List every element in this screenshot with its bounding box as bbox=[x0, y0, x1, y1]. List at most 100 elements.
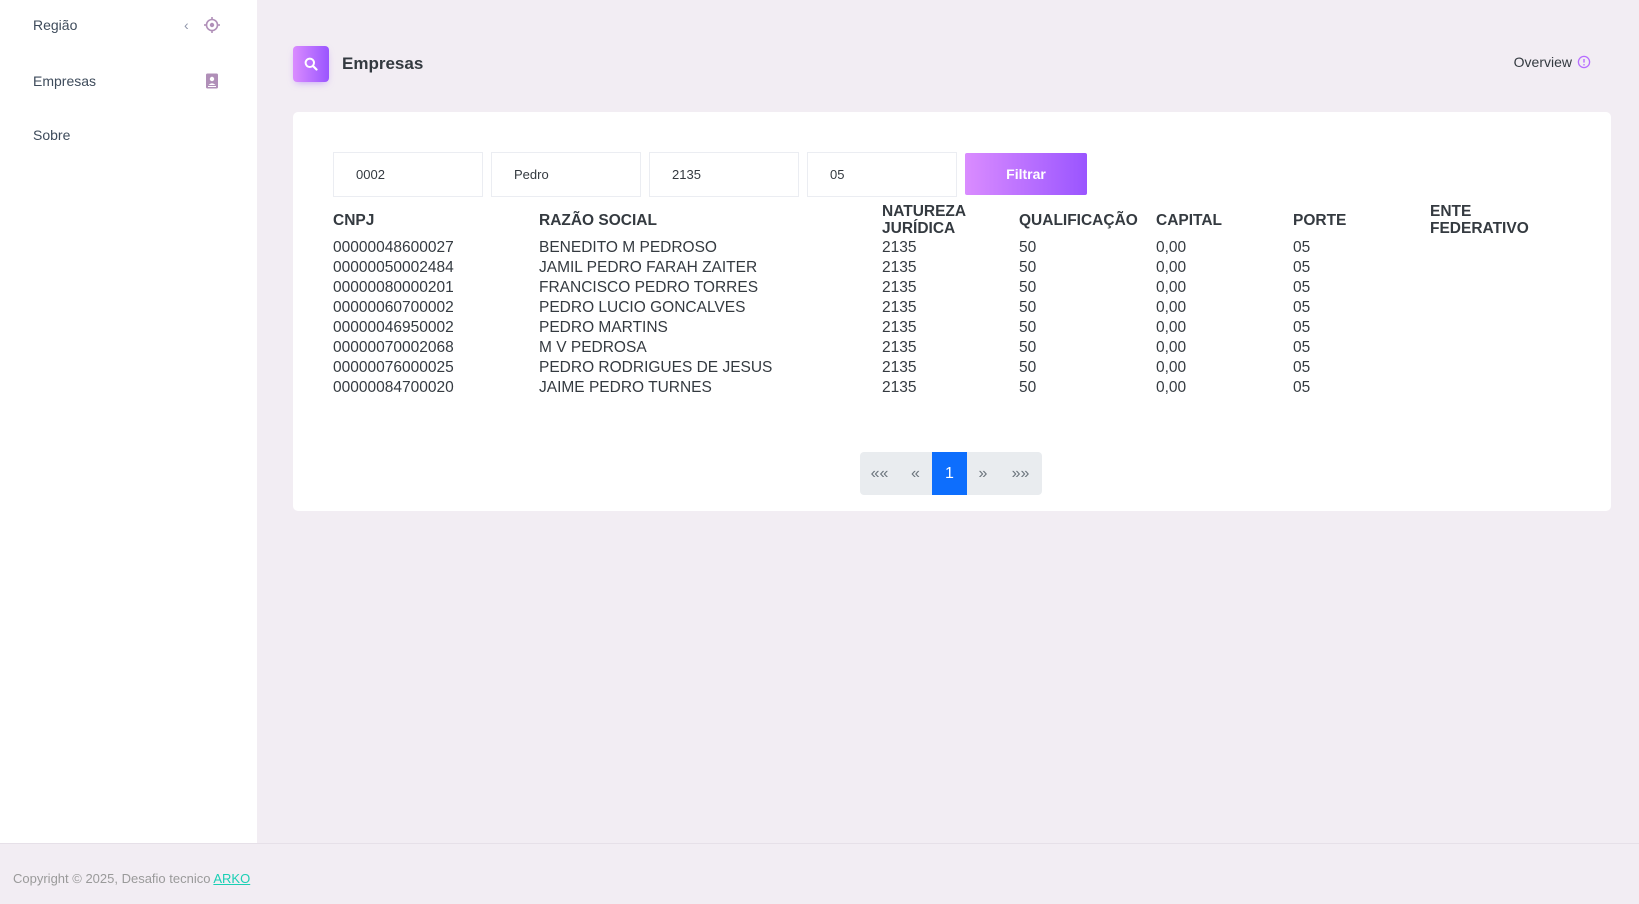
table-row: 00000080000201 FRANCISCO PEDRO TORRES 2135… bbox=[333, 278, 1573, 298]
cell-porte: 05 bbox=[1293, 279, 1311, 296]
sidebar-item-empresas[interactable]: Empresas bbox=[0, 61, 257, 101]
cell-capital: 0,00 bbox=[1156, 359, 1187, 376]
natureza-filter-input[interactable] bbox=[649, 152, 799, 197]
cell-cnpj: 00000060700002 bbox=[333, 299, 454, 316]
cell-porte: 05 bbox=[1293, 239, 1311, 256]
pagination: «« « 1 » »» bbox=[860, 452, 1042, 495]
cell-natureza-juridica: 2135 bbox=[882, 239, 917, 256]
table-row: 00000084700020 JAIME PEDRO TURNES 2135 50 0,… bbox=[333, 378, 1573, 398]
search-icon bbox=[293, 46, 329, 82]
chevron-left-icon[interactable]: ‹ bbox=[184, 17, 189, 33]
column-header-ente-federativo: ENTE FEDERATIVO bbox=[1430, 203, 1529, 237]
porte-filter-input[interactable] bbox=[807, 152, 957, 197]
cell-cnpj: 00000080000201 bbox=[333, 279, 454, 296]
name-filter-input[interactable] bbox=[491, 152, 641, 197]
cell-qualificacao: 50 bbox=[1019, 279, 1037, 296]
first-page-button[interactable]: «« bbox=[860, 452, 899, 495]
sidebar-item-label: Sobre bbox=[33, 127, 71, 143]
cell-ente-federativo bbox=[1430, 318, 1573, 338]
cnpj-filter-input[interactable] bbox=[333, 152, 483, 197]
cell-razao-social: FRANCISCO PEDRO TORRES bbox=[539, 279, 759, 296]
sidebar-item-sobre[interactable]: Sobre bbox=[0, 115, 257, 155]
table-row: 00000060700002 PEDRO LUCIO GONCALVES 2135 5… bbox=[333, 298, 1573, 318]
cell-capital: 0,00 bbox=[1156, 379, 1187, 396]
column-header-qualificacao: QUALIFICAÇÃO bbox=[1019, 211, 1138, 229]
cell-natureza-juridica: 2135 bbox=[882, 319, 917, 336]
page-title: Empresas bbox=[342, 54, 424, 73]
cell-cnpj: 00000076000025 bbox=[333, 359, 454, 376]
page-1-button[interactable]: 1 bbox=[932, 452, 967, 495]
cell-cnpj: 00000084700020 bbox=[333, 379, 454, 396]
sidebar: Região ‹ Empresas Sobre bbox=[0, 0, 257, 843]
companies-card: Filtrar CNPJ RAZÃO SOCIAL NATUREZA JURÍD… bbox=[293, 112, 1611, 511]
column-header-razao-social: RAZÃO SOCIAL bbox=[539, 211, 657, 229]
cell-qualificacao: 50 bbox=[1019, 299, 1037, 316]
crosshairs-icon bbox=[204, 17, 220, 33]
contact-book-icon bbox=[206, 73, 218, 89]
cell-qualificacao: 50 bbox=[1019, 359, 1037, 376]
sidebar-item-label: Região bbox=[33, 17, 78, 33]
cell-capital: 0,00 bbox=[1156, 239, 1187, 256]
cell-porte: 05 bbox=[1293, 379, 1311, 396]
sidebar-item-label: Empresas bbox=[33, 73, 97, 89]
footer: Copyright © 2025, Desafio tecnico ARKO bbox=[0, 843, 1639, 904]
page-header: Empresas bbox=[293, 46, 423, 82]
copyright-text: Copyright © 2025, Desafio tecnico bbox=[13, 871, 211, 886]
overview-label: Overview bbox=[1513, 54, 1572, 70]
cell-capital: 0,00 bbox=[1156, 259, 1187, 276]
main-content: Empresas Overview Filtrar CNPJ RAZÃO SOC… bbox=[257, 0, 1639, 843]
cell-porte: 05 bbox=[1293, 259, 1311, 276]
arko-link[interactable]: ARKO bbox=[213, 871, 250, 886]
cell-natureza-juridica: 2135 bbox=[882, 379, 917, 396]
cell-capital: 0,00 bbox=[1156, 319, 1187, 336]
cell-qualificacao: 50 bbox=[1019, 339, 1037, 356]
cell-natureza-juridica: 2135 bbox=[882, 259, 917, 276]
cell-natureza-juridica: 2135 bbox=[882, 339, 917, 356]
cell-razao-social: JAMIL PEDRO FARAH ZAITER bbox=[539, 259, 758, 276]
cell-razao-social: PEDRO LUCIO GONCALVES bbox=[539, 299, 746, 316]
cell-natureza-juridica: 2135 bbox=[882, 279, 917, 296]
cell-natureza-juridica: 2135 bbox=[882, 359, 917, 376]
filter-button[interactable]: Filtrar bbox=[965, 153, 1087, 195]
cell-qualificacao: 50 bbox=[1019, 319, 1037, 336]
cell-natureza-juridica: 2135 bbox=[882, 299, 917, 316]
column-header-cnpj: CNPJ bbox=[333, 211, 375, 229]
cell-ente-federativo bbox=[1430, 238, 1573, 258]
last-page-button[interactable]: »» bbox=[999, 452, 1042, 495]
column-header-capital: CAPITAL bbox=[1156, 211, 1223, 229]
cell-qualificacao: 50 bbox=[1019, 379, 1037, 396]
next-page-button[interactable]: » bbox=[967, 452, 999, 495]
cell-cnpj: 00000048600027 bbox=[333, 239, 454, 256]
cell-ente-federativo bbox=[1430, 258, 1573, 278]
table-row: 00000070002068 M V PEDROSA 2135 50 0,00 05 bbox=[333, 338, 1573, 358]
cell-ente-federativo bbox=[1430, 338, 1573, 358]
column-header-porte: PORTE bbox=[1293, 211, 1347, 229]
cell-ente-federativo bbox=[1430, 298, 1573, 318]
cell-cnpj: 00000070002068 bbox=[333, 339, 454, 356]
table-row: 00000050002484 JAMIL PEDRO FARAH ZAITER 21… bbox=[333, 258, 1573, 278]
info-circle-icon bbox=[1577, 55, 1591, 69]
previous-page-button[interactable]: « bbox=[899, 452, 932, 495]
cell-cnpj: 00000046950002 bbox=[333, 319, 454, 336]
cell-capital: 0,00 bbox=[1156, 279, 1187, 296]
table-row: 00000046950002 PEDRO MARTINS 2135 50 0,00 05 bbox=[333, 318, 1573, 338]
table-row: 00000048600027 BENEDITO M PEDROSO 2135 50 0,… bbox=[333, 238, 1573, 258]
cell-razao-social: BENEDITO M PEDROSO bbox=[539, 239, 717, 256]
cell-porte: 05 bbox=[1293, 339, 1311, 356]
cell-qualificacao: 50 bbox=[1019, 239, 1037, 256]
cell-ente-federativo bbox=[1430, 278, 1573, 298]
column-header-natureza-juridica: NATUREZA JURÍDICA bbox=[882, 203, 966, 237]
cell-razao-social: JAIME PEDRO TURNES bbox=[539, 379, 712, 396]
overview-link[interactable]: Overview bbox=[1514, 54, 1591, 70]
cell-ente-federativo bbox=[1430, 378, 1573, 398]
table-row: 00000076000025 PEDRO RODRIGUES DE JESUS 21… bbox=[333, 358, 1573, 378]
cell-razao-social: PEDRO MARTINS bbox=[539, 319, 668, 336]
cell-porte: 05 bbox=[1293, 299, 1311, 316]
companies-table: CNPJ RAZÃO SOCIAL NATUREZA JURÍDICA QUAL… bbox=[333, 202, 1573, 398]
table-header: CNPJ RAZÃO SOCIAL NATUREZA JURÍDICA QUAL… bbox=[333, 202, 1573, 238]
filter-bar: Filtrar bbox=[333, 152, 1087, 197]
cell-cnpj: 00000050002484 bbox=[333, 259, 454, 276]
cell-porte: 05 bbox=[1293, 359, 1311, 376]
cell-qualificacao: 50 bbox=[1019, 259, 1037, 276]
sidebar-item-regiao[interactable]: Região ‹ bbox=[0, 5, 257, 45]
